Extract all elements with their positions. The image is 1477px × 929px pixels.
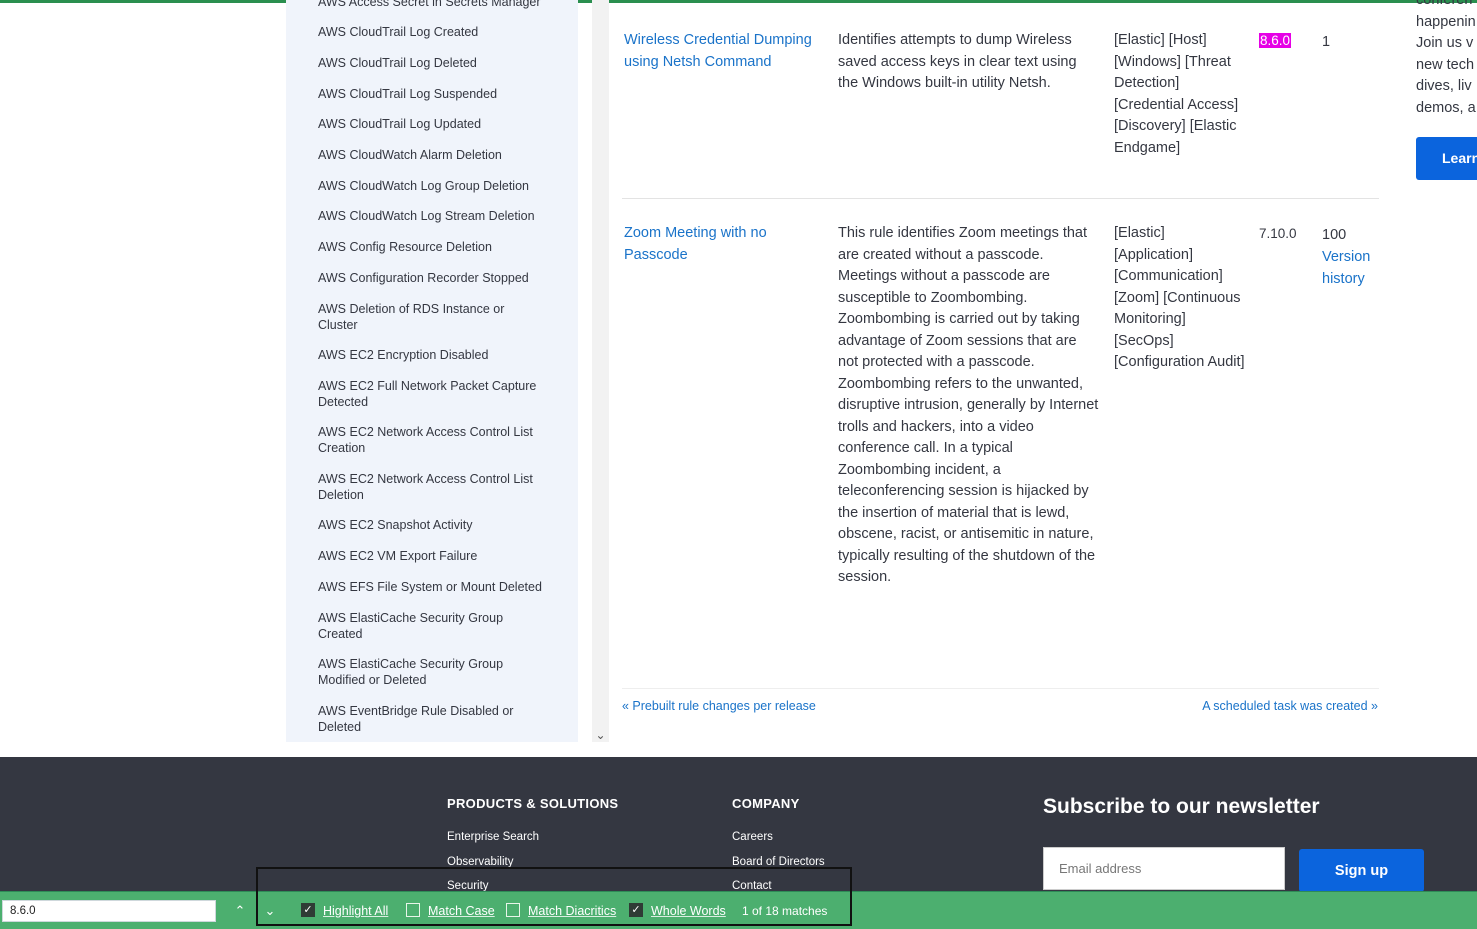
- option-label: Match Case: [428, 904, 495, 918]
- rule-version: 1: [1322, 34, 1331, 50]
- newsletter-title: Subscribe to our newsletter: [1043, 795, 1320, 818]
- sidebar-item[interactable]: AWS EC2 Encryption Disabled: [318, 347, 558, 363]
- rule-version: 100: [1322, 227, 1347, 243]
- rule-version-added: 8.6.0: [1259, 30, 1317, 52]
- rule-version-added: 7.10.0: [1259, 226, 1297, 241]
- sidebar-item[interactable]: AWS EC2 Full Network Packet Capture Dete…: [318, 378, 550, 410]
- footer-gap: [0, 742, 1477, 757]
- promo-line: Join us v: [1416, 35, 1474, 51]
- sidebar-item[interactable]: AWS CloudTrail Log Created: [318, 24, 558, 40]
- checkbox-box: [506, 903, 520, 917]
- footer-link[interactable]: Enterprise Search: [447, 831, 539, 843]
- find-input[interactable]: [2, 900, 216, 922]
- rule-name-link[interactable]: Zoom Meeting with no Passcode: [624, 223, 829, 266]
- checkmark-icon: ✓: [629, 903, 643, 917]
- option-label: Match Diacritics: [528, 904, 617, 918]
- promo-line: happenin: [1416, 14, 1476, 30]
- chevron-down-icon: ⌄: [264, 903, 276, 918]
- sidebar-item[interactable]: AWS EC2 Network Access Control List Dele…: [318, 471, 550, 503]
- rule-tags: [Elastic] [Host] [Windows] [Threat Detec…: [1114, 32, 1239, 156]
- sidebar-item[interactable]: AWS CloudWatch Log Group Deletion: [318, 178, 558, 194]
- promo-line: new tech: [1416, 57, 1475, 73]
- sidebar-item[interactable]: AWS CloudTrail Log Updated: [318, 116, 558, 132]
- signup-button[interactable]: Sign up: [1299, 849, 1424, 892]
- sidebar-item[interactable]: AWS EC2 Network Access Control List Crea…: [318, 424, 550, 456]
- promo-line: conferen: [1416, 0, 1473, 8]
- search-highlight: 8.6.0: [1259, 33, 1292, 48]
- footer-link[interactable]: Board of Directors: [732, 856, 825, 868]
- site-footer: PRODUCTS & SOLUTIONS Enterprise Search O…: [0, 757, 1477, 892]
- window-top-border: [0, 0, 1477, 3]
- version-history-link[interactable]: Version history: [1322, 247, 1382, 290]
- footer-heading-company: COMPANY: [732, 796, 800, 811]
- sidebar-item[interactable]: AWS Config Resource Deletion: [318, 239, 558, 255]
- chevron-up-icon: ⌃: [234, 903, 246, 918]
- checkbox-box: [406, 903, 420, 917]
- match-count: 1 of 18 matches: [742, 904, 828, 918]
- sidebar-item[interactable]: AWS CloudWatch Alarm Deletion: [318, 147, 558, 163]
- whole-words-checkbox[interactable]: ✓ Whole Words: [629, 903, 729, 919]
- sidebar-item[interactable]: AWS EFS File System or Mount Deleted: [318, 579, 558, 595]
- highlight-all-checkbox[interactable]: ✓ Highlight All: [301, 903, 396, 919]
- sidebar-item[interactable]: AWS CloudTrail Log Deleted: [318, 55, 558, 71]
- promo-line: dives, liv: [1416, 78, 1472, 94]
- prev-page-link[interactable]: « Prebuilt rule changes per release: [622, 699, 816, 713]
- rule-description: This rule identifies Zoom meetings that …: [838, 225, 1099, 585]
- footer-heading-products: PRODUCTS & SOLUTIONS: [447, 796, 619, 811]
- sidebar-item[interactable]: AWS EC2 Snapshot Activity: [318, 517, 558, 533]
- sidebar-scrollbar[interactable]: ⌄: [592, 0, 609, 744]
- nav-divider: [622, 688, 1379, 689]
- sidebar-item[interactable]: AWS CloudTrail Log Suspended: [318, 86, 558, 102]
- learn-more-button[interactable]: Learn: [1416, 137, 1477, 180]
- rule-tags: [Elastic] [Application] [Communication] …: [1114, 225, 1245, 370]
- next-page-link[interactable]: A scheduled task was created »: [1202, 699, 1378, 713]
- sidebar-item[interactable]: AWS Access Secret in Secrets Manager: [318, 0, 558, 10]
- sidebar-item[interactable]: AWS CloudWatch Log Stream Deletion: [318, 208, 558, 224]
- sidebar-item[interactable]: AWS EventBridge Rule Disabled or Deleted: [318, 703, 533, 735]
- newsletter-email-input[interactable]: Email address: [1043, 847, 1285, 890]
- row-divider: [622, 198, 1379, 199]
- rule-name-link[interactable]: Wireless Credential Dumping using Netsh …: [624, 30, 829, 73]
- footer-link[interactable]: Observability: [447, 856, 513, 868]
- match-diacritics-checkbox[interactable]: Match Diacritics: [506, 903, 621, 919]
- option-label: Whole Words: [651, 904, 726, 918]
- sidebar-item[interactable]: AWS Deletion of RDS Instance or Cluster: [318, 301, 523, 333]
- sidebar-item[interactable]: AWS ElastiCache Security Group Created: [318, 610, 523, 642]
- promo-line: demos, a: [1416, 100, 1476, 116]
- sidebar-item[interactable]: AWS EC2 VM Export Failure: [318, 548, 558, 564]
- match-case-checkbox[interactable]: Match Case: [406, 903, 496, 919]
- checkmark-icon: ✓: [301, 903, 315, 917]
- sidebar-item[interactable]: AWS ElastiCache Security Group Modified …: [318, 656, 523, 688]
- sidebar-item[interactable]: AWS Configuration Recorder Stopped: [318, 270, 558, 286]
- option-label: Highlight All: [323, 904, 389, 918]
- footer-link[interactable]: Careers: [732, 831, 773, 843]
- rule-description: Identifies attempts to dump Wireless sav…: [838, 32, 1077, 91]
- find-previous-button[interactable]: ⌃: [229, 900, 251, 922]
- find-bar: ⌃ ⌄ ✓ Highlight All Match Case Match Dia…: [0, 891, 1477, 929]
- rules-sidebar: AWS Access Secret in Secrets Manager AWS…: [286, 0, 578, 742]
- find-next-button[interactable]: ⌄: [259, 900, 281, 922]
